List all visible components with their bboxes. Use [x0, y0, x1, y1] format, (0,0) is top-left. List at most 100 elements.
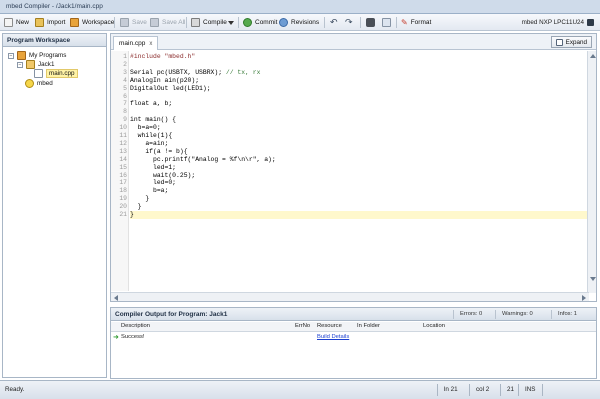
undo-icon: ↶ — [330, 17, 338, 27]
code-line[interactable]: } — [130, 195, 149, 202]
target-device-selector[interactable]: mbed NXP LPC11U24 — [522, 16, 594, 29]
commit-icon — [243, 18, 252, 27]
import-icon — [35, 18, 44, 27]
toolbar-separator — [324, 17, 325, 28]
code-line[interactable]: } — [130, 211, 134, 218]
table-row[interactable]: ➜ Success! Build Details — [111, 333, 596, 343]
save-label: Save — [132, 19, 147, 26]
column-resource[interactable]: Resource — [317, 323, 342, 329]
code-line[interactable]: b=a; — [130, 187, 168, 194]
find-button[interactable] — [366, 16, 375, 29]
scroll-right-icon[interactable] — [582, 295, 586, 301]
save-button[interactable]: Save — [120, 16, 147, 29]
warnings-count[interactable]: Warnings: 0 — [495, 310, 533, 319]
scroll-left-icon[interactable] — [114, 295, 118, 301]
row-description: Success! — [121, 334, 145, 340]
line-number: 6 — [123, 92, 127, 100]
toolbar-separator — [114, 17, 115, 28]
column-location[interactable]: Location — [423, 323, 445, 329]
infos-count[interactable]: Infos: 1 — [551, 310, 577, 319]
output-header: Compiler Output for Program: Jack1 Error… — [111, 308, 596, 321]
line-number: 17 — [119, 179, 127, 187]
status-position: 21 — [507, 386, 515, 393]
workspace-label: Workspace — [82, 19, 115, 26]
collapse-icon[interactable]: − — [8, 52, 14, 59]
new-button[interactable]: New — [4, 16, 29, 29]
code-line[interactable]: pc.printf("Analog = %f\n\r", a); — [130, 156, 276, 163]
line-number: 8 — [123, 108, 127, 116]
code-line[interactable]: if(a != b){ — [130, 148, 187, 155]
code-line[interactable]: led=0; — [130, 179, 176, 186]
line-number: 10 — [119, 124, 127, 132]
programs-icon — [17, 51, 26, 60]
target-device-label: mbed NXP LPC11U24 — [521, 19, 584, 26]
line-number: 3 — [123, 68, 127, 76]
compile-label: Compile — [203, 19, 227, 26]
code-line[interactable]: float a, b; — [130, 100, 172, 107]
tree-item-mbed[interactable]: mbed — [25, 79, 53, 88]
code-line[interactable]: wait(0.25); — [130, 172, 195, 179]
revisions-button[interactable]: Revisions — [279, 16, 319, 29]
status-separator — [542, 384, 543, 396]
status-mode: INS — [525, 386, 536, 393]
tree-item-jack1[interactable]: − Jack1 — [17, 60, 54, 69]
tab-main-cpp[interactable]: main.cpp x — [113, 36, 159, 50]
toolbar: New Import Workspace Save Save All Compi… — [0, 14, 600, 31]
format-button[interactable]: ✎ Format — [401, 16, 431, 29]
close-icon[interactable]: x — [149, 41, 152, 47]
code-line[interactable]: int main() { — [130, 116, 176, 123]
code-line[interactable]: b=a=0; — [130, 124, 161, 131]
line-number: 18 — [119, 187, 127, 195]
code-editor-panel: main.cpp x Expand 1 #include "mbed.h" 2 3 Se… — [110, 33, 597, 302]
save-all-button[interactable]: Save All — [150, 16, 186, 29]
undo-button[interactable]: ↶ — [330, 16, 338, 29]
code-line[interactable]: a=ain; — [130, 140, 168, 147]
program-icon — [26, 60, 35, 69]
code-line[interactable]: } — [130, 203, 142, 210]
errors-count[interactable]: Errors: 0 — [453, 310, 482, 319]
horizontal-scrollbar[interactable] — [111, 292, 589, 301]
tree-item-main-cpp[interactable]: main.cpp — [34, 69, 78, 78]
window-title: mbed Compiler - /Jack1/main.cpp — [6, 3, 103, 10]
compile-icon — [191, 18, 200, 27]
code-line[interactable]: DigitalOut led(LED1); — [130, 85, 211, 92]
code-line[interactable]: led=1; — [130, 164, 176, 171]
expand-button[interactable]: Expand — [550, 36, 592, 48]
line-number: 16 — [119, 171, 127, 179]
scroll-up-icon[interactable] — [590, 54, 596, 58]
tree-item-my-programs[interactable]: − My Programs — [8, 51, 66, 60]
commit-button[interactable]: Commit — [243, 16, 277, 29]
code-line[interactable]: #include "mbed.h" — [130, 53, 195, 60]
line-number: 9 — [123, 116, 127, 124]
tree-label: mbed — [37, 80, 53, 87]
compile-button[interactable]: Compile — [191, 16, 227, 29]
line-number: 20 — [119, 203, 127, 211]
code-line[interactable]: AnalogIn ain(p20); — [130, 77, 199, 84]
status-col: col 2 — [476, 386, 490, 393]
chevron-down-icon — [228, 20, 234, 25]
workspace-title: Program Workspace — [3, 34, 106, 47]
column-in-folder[interactable]: In Folder — [357, 323, 380, 329]
status-line: ln 21 — [444, 386, 458, 393]
compile-dropdown[interactable] — [228, 16, 234, 29]
column-errno[interactable]: ErrNo — [295, 323, 310, 329]
column-description[interactable]: Description — [121, 323, 150, 329]
collapse-icon[interactable]: − — [17, 61, 23, 68]
code-area[interactable]: 1 #include "mbed.h" 2 3 Serial pc(USBTX, USB… — [111, 51, 589, 291]
build-details-link[interactable]: Build Details — [317, 334, 349, 340]
scroll-down-icon[interactable] — [590, 277, 596, 281]
output-title: Compiler Output for Program: Jack1 — [115, 311, 228, 318]
vertical-scrollbar[interactable] — [587, 51, 596, 293]
save-icon — [120, 18, 129, 27]
find-replace-button[interactable] — [382, 16, 391, 29]
redo-button[interactable]: ↷ — [345, 16, 353, 29]
compiler-output-panel: Compiler Output for Program: Jack1 Error… — [110, 307, 597, 379]
workspace-button[interactable]: Workspace — [70, 16, 114, 29]
output-column-headers: Description ErrNo Resource In Folder Loc… — [111, 322, 596, 332]
code-line[interactable]: Serial pc(USBTX, USBRX); // tx, rx — [130, 69, 260, 76]
editor-tab-bar: main.cpp x Expand — [111, 34, 596, 50]
import-button[interactable]: Import — [35, 16, 65, 29]
code-line[interactable]: while(1){ — [130, 132, 173, 139]
format-label: Format — [410, 19, 432, 26]
line-number: 21 — [119, 211, 127, 218]
